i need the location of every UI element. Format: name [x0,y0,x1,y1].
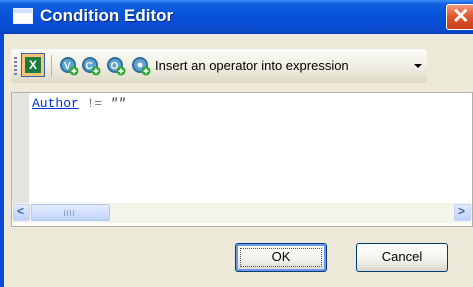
add-operator-icon[interactable]: O [106,56,126,76]
dropdown-arrow-icon[interactable] [414,64,422,68]
title-bar[interactable]: Condition Editor ✕ [0,0,473,34]
chevron-right-icon: > [458,204,466,218]
chevron-left-icon: < [17,204,25,218]
window-title: Condition Editor [40,6,174,25]
focus-rect [240,248,322,267]
scroll-thumb[interactable] [31,204,110,221]
condition-editor-window: Condition Editor ✕ X V C O Insert an ope… [0,0,473,287]
dialog-body: X V C O Insert an operator into expressi… [4,34,473,287]
cancel-button-label: Cancel [381,249,423,264]
expression-text[interactable]: Author != "" [32,96,126,111]
field-link[interactable]: Author [32,96,79,111]
expression-editor[interactable]: Author != "" < > [11,92,473,227]
window-icon [13,8,33,24]
thumb-grip [64,210,76,216]
value-token: "" [110,96,126,111]
ok-button[interactable]: OK [235,243,327,272]
operator-token: != [86,96,103,111]
scroll-left-button[interactable]: < [13,204,30,221]
close-icon: ✕ [452,5,470,28]
add-field-icon[interactable]: V [59,56,79,76]
excel-icon[interactable]: X [21,53,45,77]
insert-operator-button[interactable]: Insert an operator into expression [155,58,349,73]
horizontal-scrollbar[interactable]: < > [12,203,472,223]
editor-gutter [12,93,29,203]
close-button[interactable]: ✕ [446,4,473,30]
toolbar-grip[interactable] [14,57,17,76]
toolbar-separator [51,55,52,77]
add-value-icon[interactable]: C [81,56,101,76]
insert-operator-icon[interactable] [131,56,151,76]
scroll-right-button[interactable]: > [454,204,471,221]
cancel-button[interactable]: Cancel [356,243,448,272]
toolbar: X V C O Insert an operator into expressi… [11,49,427,83]
